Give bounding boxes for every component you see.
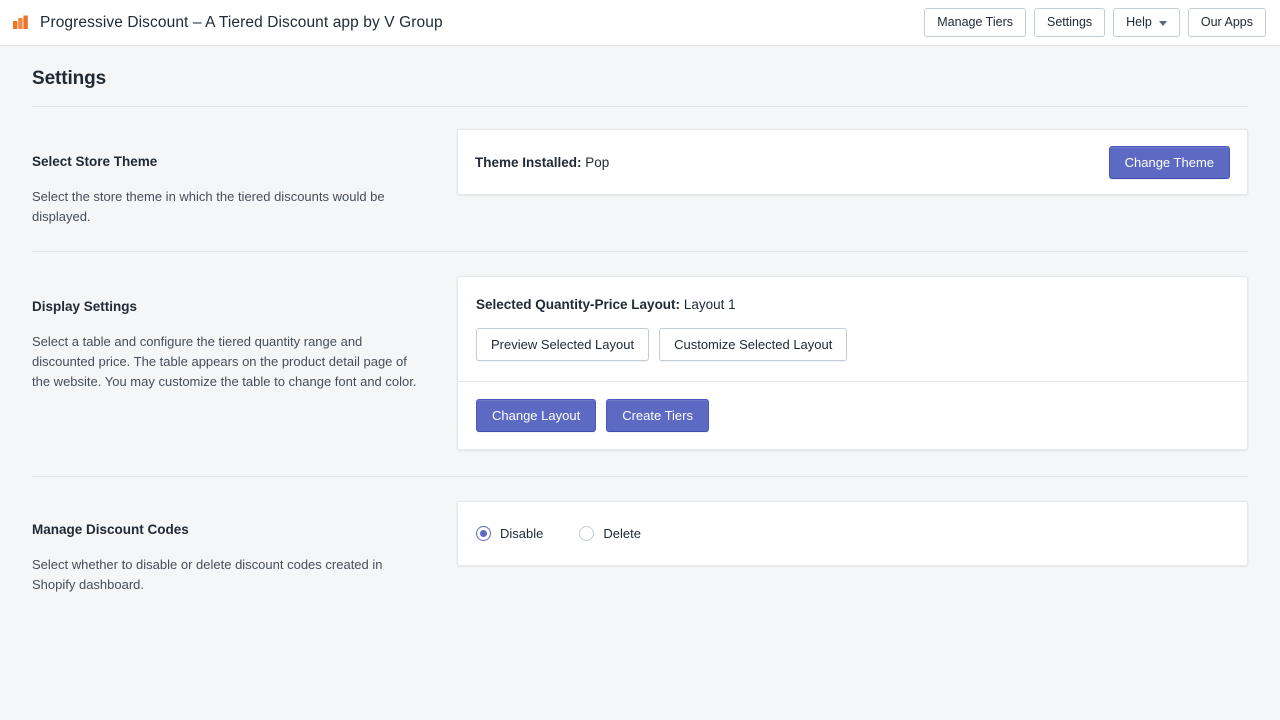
radio-disable-label: Disable (500, 526, 544, 542)
topbar-actions: Manage Tiers Settings Help Our Apps (924, 8, 1266, 37)
selected-layout-text: Selected Quantity-Price Layout: Layout 1 (476, 297, 1229, 312)
page-title: Settings (32, 68, 107, 89)
layout-primary-actions-block: Change Layout Create Tiers (458, 381, 1247, 449)
discount-codes-radio-group: Disable Delete (458, 502, 1247, 565)
theme-installed-label: Theme Installed: (475, 154, 582, 170)
change-theme-button[interactable]: Change Theme (1108, 145, 1230, 179)
primary-action-row: Change Layout Create Tiers (476, 399, 1229, 433)
display-settings-description: Select a table and configure the tiered … (32, 334, 417, 390)
store-theme-description: Select the store theme in which the tier… (32, 188, 385, 225)
discount-codes-card: Disable Delete (457, 501, 1248, 567)
selected-layout-value: Layout 1 (683, 297, 736, 313)
section-header-store-theme: Select Store Theme Select the store them… (32, 129, 457, 227)
theme-installed-value: Pop (585, 154, 610, 170)
store-theme-card: Theme Installed: Pop Change Theme (457, 129, 1248, 195)
store-theme-title: Select Store Theme (32, 154, 158, 169)
section-display-settings: Display Settings Select a table and conf… (32, 252, 1248, 476)
section-select-store-theme: Select Store Theme Select the store them… (32, 107, 1248, 251)
preview-selected-layout-button[interactable]: Preview Selected Layout (476, 328, 650, 362)
app-title: Progressive Discount – A Tiered Discount… (40, 13, 443, 31)
our-apps-button[interactable]: Our Apps (1187, 8, 1266, 37)
section-header-display-settings: Display Settings Select a table and conf… (32, 276, 457, 392)
radio-delete-icon[interactable] (579, 526, 595, 542)
discount-codes-title: Manage Discount Codes (32, 522, 189, 538)
discount-codes-description: Select whether to disable or delete disc… (32, 557, 383, 593)
section-manage-discount-codes: Manage Discount Codes Select whether to … (32, 477, 1248, 595)
top-app-bar: Progressive Discount – A Tiered Discount… (0, 0, 1280, 46)
section-body-discount-codes: Disable Delete (457, 501, 1248, 567)
radio-option-delete[interactable]: Delete (579, 526, 641, 542)
manage-tiers-button[interactable]: Manage Tiers (924, 8, 1026, 37)
display-settings-card: Selected Quantity-Price Layout: Layout 1… (457, 276, 1248, 451)
help-label: Help (1126, 15, 1152, 30)
topbar-branding: Progressive Discount – A Tiered Discount… (12, 14, 924, 32)
layout-action-row: Preview Selected Layout Customize Select… (476, 328, 1229, 362)
radio-option-disable[interactable]: Disable (476, 526, 544, 542)
display-settings-title: Display Settings (32, 299, 138, 315)
create-tiers-button[interactable]: Create Tiers (606, 399, 709, 433)
selected-layout-label: Selected Quantity-Price Layout: (476, 297, 681, 313)
manage-tiers-label: Manage Tiers (937, 15, 1013, 30)
settings-page: Settings Select Store Theme Select the s… (0, 46, 1280, 595)
theme-installed-text: Theme Installed: Pop (475, 155, 609, 170)
settings-button[interactable]: Settings (1033, 8, 1106, 37)
change-layout-button[interactable]: Change Layout (476, 399, 597, 433)
section-header-discount-codes: Manage Discount Codes Select whether to … (32, 501, 457, 595)
customize-selected-layout-button[interactable]: Customize Selected Layout (659, 328, 848, 362)
our-apps-label: Our Apps (1200, 15, 1253, 30)
app-logo-icon (12, 14, 30, 32)
radio-delete-label: Delete (603, 526, 641, 542)
theme-installed-row: Theme Installed: Pop Change Theme (458, 130, 1247, 194)
settings-label: Settings (1046, 15, 1093, 30)
section-body-display-settings: Selected Quantity-Price Layout: Layout 1… (457, 276, 1248, 451)
radio-disable-icon[interactable] (476, 526, 491, 542)
section-body-store-theme: Theme Installed: Pop Change Theme (457, 129, 1248, 195)
layout-selection-block: Selected Quantity-Price Layout: Layout 1… (458, 277, 1247, 381)
help-menu-button[interactable]: Help (1113, 8, 1180, 37)
chevron-down-icon (1158, 20, 1167, 26)
